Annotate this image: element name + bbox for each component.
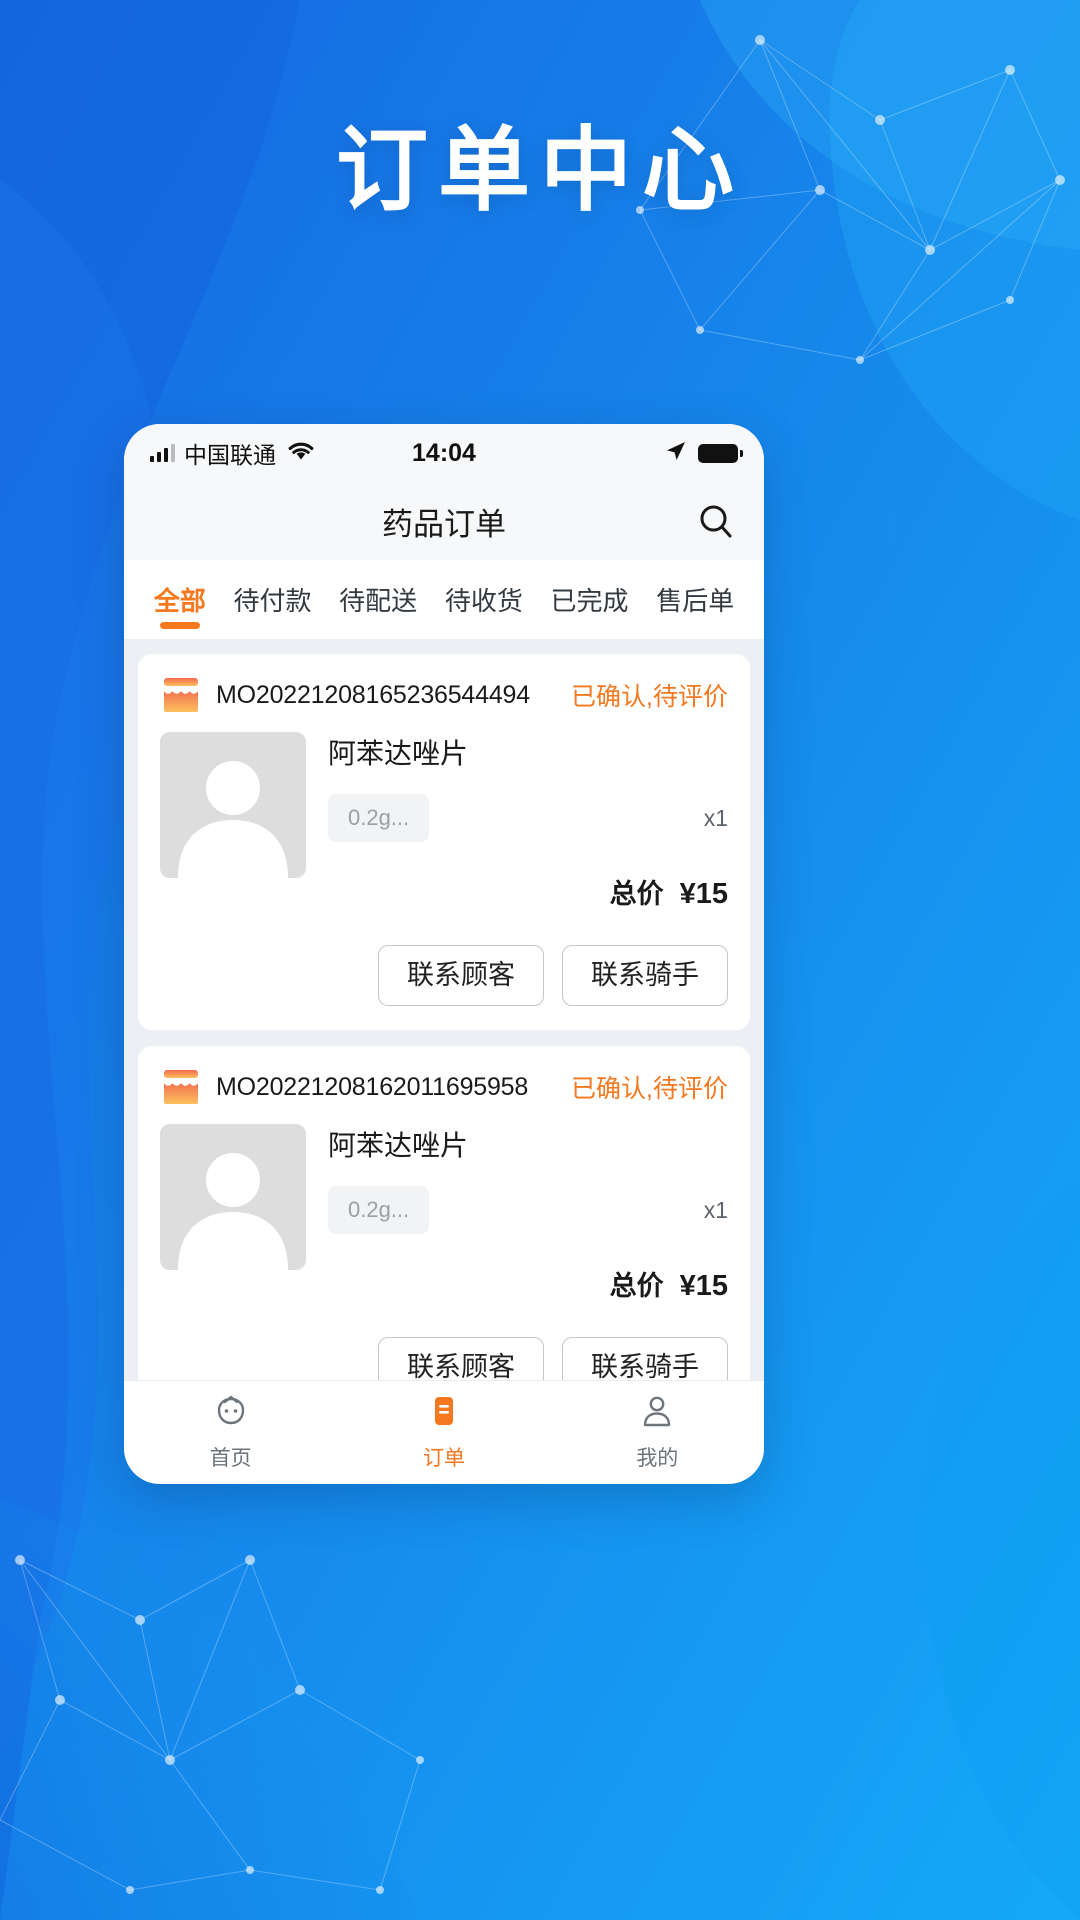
status-bar-right <box>664 439 743 468</box>
avatar-placeholder-icon <box>160 1124 306 1270</box>
product-spec-row: 0.2g... x1 <box>328 1186 728 1234</box>
avatar-placeholder-icon <box>160 732 306 878</box>
order-actions: 联系顾客 联系骑手 <box>160 1337 728 1380</box>
tab-all[interactable]: 全部 <box>140 560 220 639</box>
tab-pending-payment[interactable]: 待付款 <box>220 560 326 639</box>
nav-item-profile[interactable]: 我的 <box>551 1394 764 1472</box>
signal-bars-icon <box>150 444 175 462</box>
contact-rider-button[interactable]: 联系骑手 <box>562 1337 728 1380</box>
total-value: ¥15 <box>679 878 728 910</box>
nav-item-home[interactable]: 首页 <box>124 1394 337 1472</box>
product-spec-tag: 0.2g... <box>328 1186 430 1234</box>
product-name: 阿苯达唑片 <box>328 738 469 769</box>
total-label: 总价 <box>609 879 664 909</box>
shop-icon <box>160 676 202 714</box>
order-number: MO20221208165236544494 <box>216 680 530 709</box>
phone-mockup: 中国联通 14:04 药品订单 全部 待付款 待配送 待收货 已完成 售后单 M… <box>124 424 764 1484</box>
product-quantity: x1 <box>703 804 728 831</box>
status-bar-left: 中国联通 <box>150 436 315 470</box>
order-card-body: 阿苯达唑片 0.2g... x1 总价 ¥15 <box>160 1124 728 1303</box>
status-badge: 已确认,待评价 <box>571 1075 728 1103</box>
home-icon <box>212 1394 250 1435</box>
order-card-header: MO20221208162011695958 已确认,待评价 <box>160 1068 728 1106</box>
contact-customer-button[interactable]: 联系顾客 <box>378 945 544 1006</box>
product-quantity: x1 <box>703 1196 728 1223</box>
tab-completed[interactable]: 已完成 <box>537 560 643 639</box>
order-total-row: 总价 ¥15 <box>328 872 728 911</box>
product-info: 阿苯达唑片 0.2g... x1 总价 ¥15 <box>328 732 728 911</box>
contact-customer-button[interactable]: 联系顾客 <box>378 1337 544 1380</box>
order-list[interactable]: MO20221208165236544494 已确认,待评价 阿苯达唑片 0.2… <box>124 640 764 1380</box>
app-bar: 药品订单 <box>124 482 764 560</box>
battery-icon <box>698 443 743 463</box>
product-spec-tag: 0.2g... <box>328 794 430 842</box>
app-bar-title: 药品订单 <box>382 506 506 542</box>
order-card-header: MO20221208165236544494 已确认,待评价 <box>160 676 728 714</box>
tab-pending-delivery[interactable]: 待配送 <box>325 560 431 639</box>
bottom-navigation: 首页 订单 我的 <box>124 1380 764 1484</box>
status-bar: 中国联通 14:04 <box>124 424 764 482</box>
order-card-body: 阿苯达唑片 0.2g... x1 总价 ¥15 <box>160 732 728 911</box>
order-card[interactable]: MO20221208165236544494 已确认,待评价 阿苯达唑片 0.2… <box>138 654 750 1030</box>
contact-rider-button[interactable]: 联系骑手 <box>562 945 728 1006</box>
location-arrow-icon <box>664 439 688 468</box>
status-badge: 已确认,待评价 <box>571 683 728 711</box>
order-status-tabs: 全部 待付款 待配送 待收货 已完成 售后单 <box>124 560 764 640</box>
order-card[interactable]: MO20221208162011695958 已确认,待评价 阿苯达唑片 0.2… <box>138 1046 750 1380</box>
page-root: 订单中心 中国联通 14:04 药品订单 全部 待付款 待配送 待收货 已完成 … <box>0 0 1080 1920</box>
tab-after-sales[interactable]: 售后单 <box>642 560 748 639</box>
product-spec-row: 0.2g... x1 <box>328 794 728 842</box>
order-actions: 联系顾客 联系骑手 <box>160 945 728 1006</box>
nav-item-orders[interactable]: 订单 <box>337 1394 550 1472</box>
total-value: ¥15 <box>679 1270 728 1302</box>
total-label: 总价 <box>609 1271 664 1301</box>
user-icon <box>638 1394 676 1435</box>
order-total-row: 总价 ¥15 <box>328 1264 728 1303</box>
wifi-icon <box>287 441 315 466</box>
nav-label-profile: 我的 <box>636 1446 679 1470</box>
nav-label-home: 首页 <box>209 1446 252 1470</box>
search-icon[interactable] <box>696 501 736 541</box>
product-name: 阿苯达唑片 <box>328 1130 469 1161</box>
order-list-icon <box>425 1394 463 1435</box>
tab-pending-receipt[interactable]: 待收货 <box>431 560 537 639</box>
product-info: 阿苯达唑片 0.2g... x1 总价 ¥15 <box>328 1124 728 1303</box>
nav-label-orders: 订单 <box>422 1446 465 1470</box>
carrier-label: 中国联通 <box>184 442 276 468</box>
order-number: MO20221208162011695958 <box>216 1072 529 1101</box>
shop-icon <box>160 1068 202 1106</box>
page-title: 订单中心 <box>335 120 744 222</box>
